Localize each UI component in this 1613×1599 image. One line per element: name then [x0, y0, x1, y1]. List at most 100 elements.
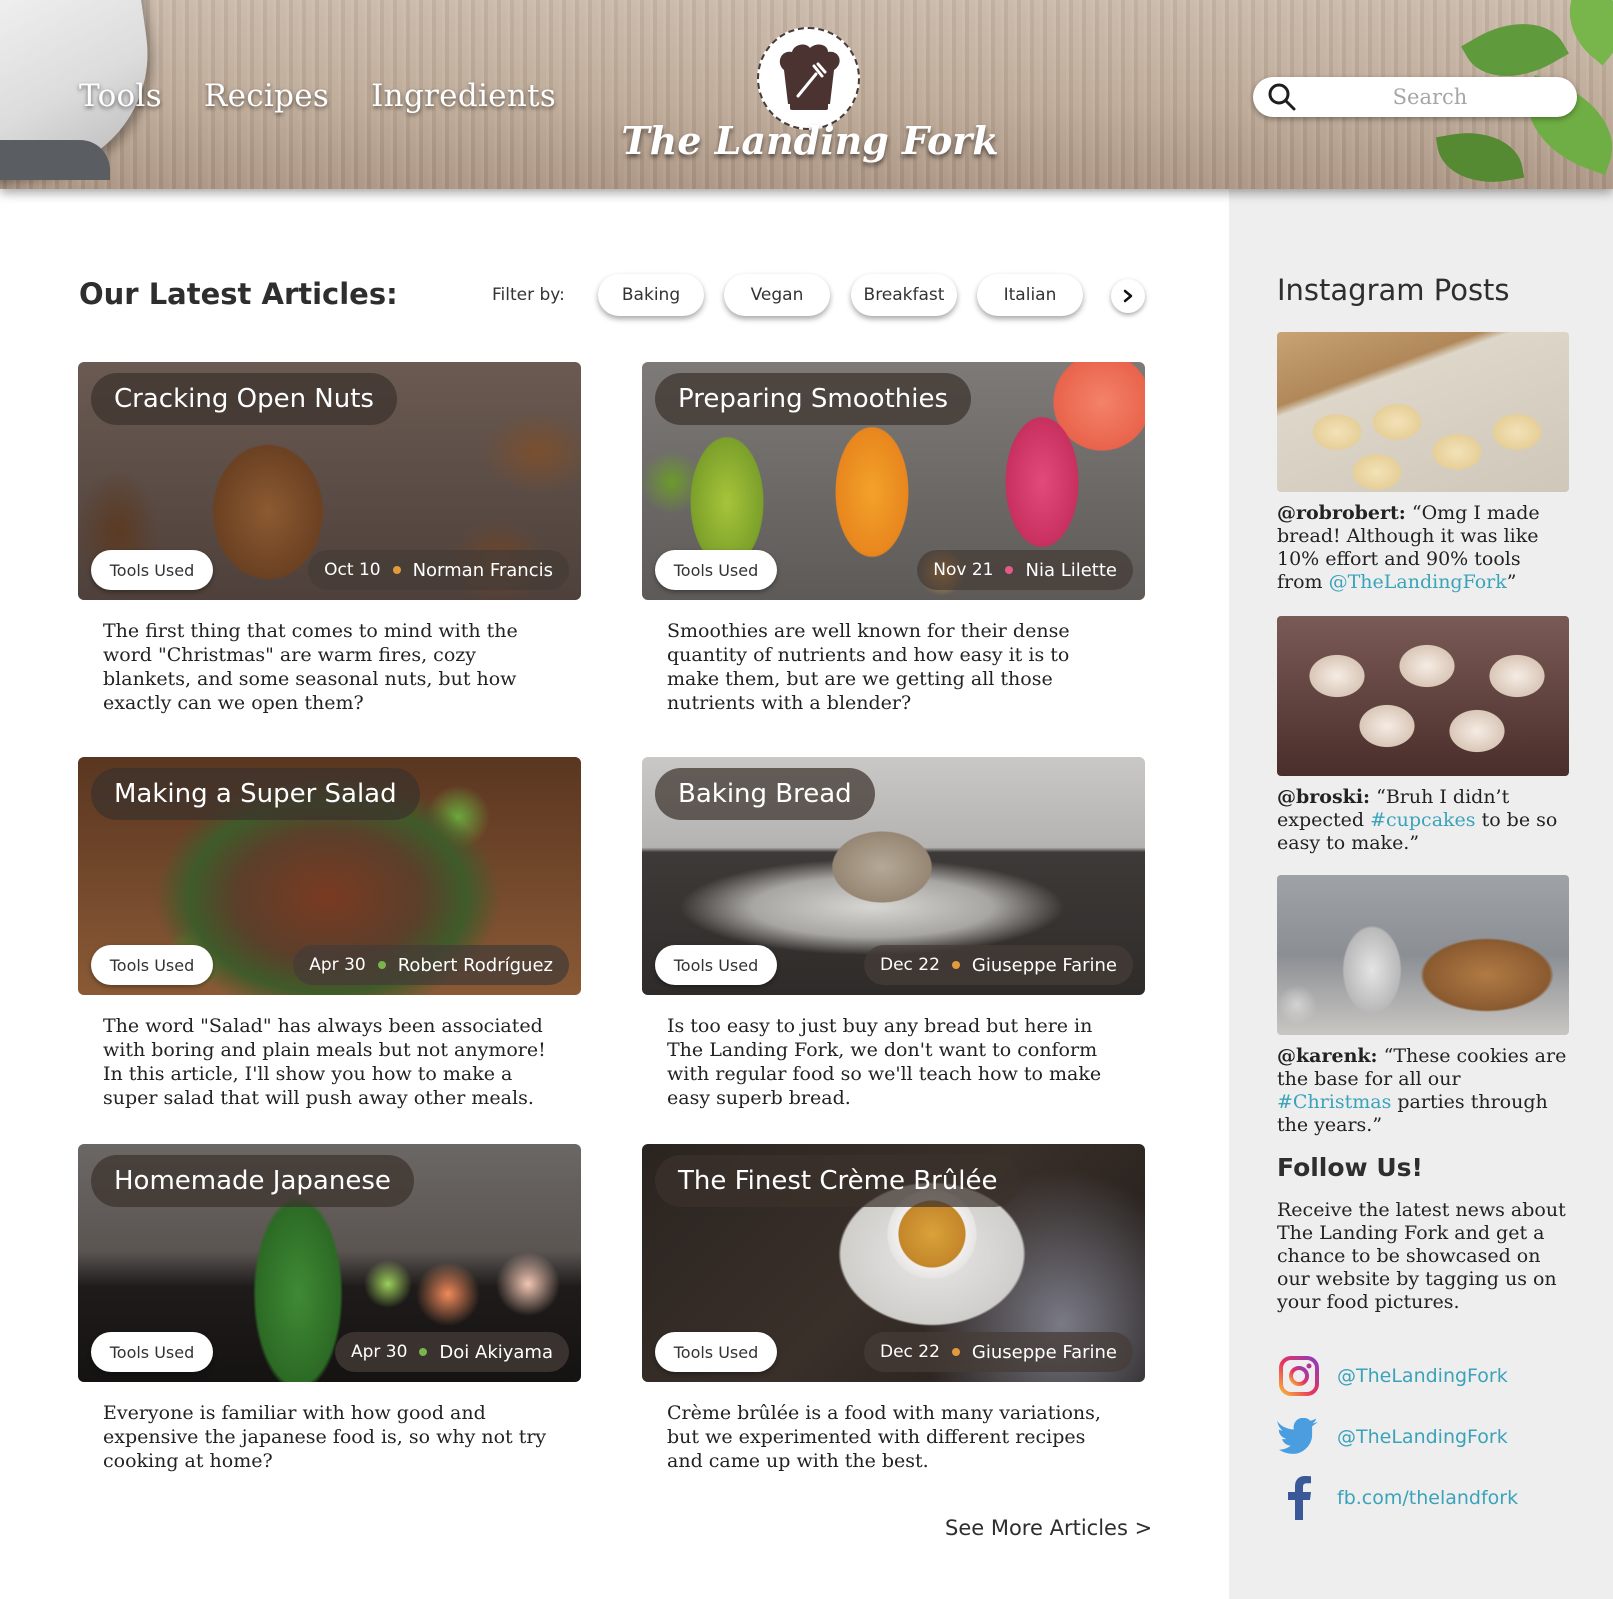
article-title: Cracking Open Nuts [91, 373, 397, 425]
article-date: Dec 22 [879, 955, 940, 975]
search-bar[interactable] [1253, 77, 1577, 117]
chevron-right-icon [1123, 289, 1133, 303]
filter-breakfast[interactable]: Breakfast [851, 274, 957, 316]
filter-vegan[interactable]: Vegan [724, 274, 830, 316]
meta-dot [377, 961, 386, 969]
article-title: Baking Bread [655, 768, 875, 820]
follow-text: Receive the latest news about The Landin… [1277, 1199, 1566, 1313]
instagram-image[interactable] [1277, 616, 1569, 776]
article-date: Apr 30 [350, 1342, 408, 1362]
article-meta: Apr 30 Robert Rodríguez [293, 945, 569, 985]
article-image[interactable]: The Finest Crème Brûlée Tools Used Dec 2… [642, 1144, 1145, 1382]
tools-used-button[interactable]: Tools Used [91, 1332, 213, 1372]
search-input[interactable] [1253, 77, 1577, 117]
instagram-caption: @broski: “Bruh I didn’t expected #cupcak… [1277, 786, 1569, 855]
tools-used-button[interactable]: Tools Used [655, 945, 777, 985]
instagram-user[interactable]: @robrobert: [1277, 502, 1406, 524]
article-excerpt: The word "Salad" has always been associa… [103, 1015, 546, 1109]
article-author[interactable]: Nia Lilette [1025, 560, 1117, 581]
logo-badge[interactable] [757, 27, 860, 130]
instagram-post[interactable]: @broski: “Bruh I didn’t expected #cupcak… [1277, 616, 1569, 855]
nav-ingredients[interactable]: Ingredients [371, 78, 556, 114]
instagram-icon [1277, 1354, 1321, 1398]
article-title: Homemade Japanese [91, 1155, 414, 1207]
article-excerpt: Everyone is familiar with how good and e… [103, 1402, 547, 1472]
article-excerpt: Smoothies are well known for their dense… [667, 620, 1070, 714]
article-meta: Apr 30 Doi Akiyama [334, 1332, 569, 1372]
instagram-title: Instagram Posts [1277, 273, 1510, 307]
meta-dot [419, 1348, 428, 1356]
instagram-image[interactable] [1277, 875, 1569, 1035]
article-card[interactable]: Homemade Japanese Tools Used Apr 30 Doi … [78, 1144, 581, 1473]
nav-tools[interactable]: Tools [79, 78, 162, 114]
article-author[interactable]: Doi Akiyama [439, 1342, 553, 1363]
filter-label: Filter by: [492, 285, 565, 305]
meta-dot [951, 1348, 960, 1356]
instagram-user[interactable]: @karenk: [1277, 1045, 1378, 1067]
facebook-icon [1277, 1476, 1321, 1520]
article-card[interactable]: Baking Bread Tools Used Dec 22 Giuseppe … [642, 757, 1145, 1110]
article-title: Preparing Smoothies [655, 373, 972, 425]
filter-next-button[interactable] [1111, 279, 1145, 313]
chef-hat-fork-icon [779, 44, 840, 110]
tools-used-button[interactable]: Tools Used [655, 1332, 777, 1372]
site-header: Tools Recipes Ingredients The Landing Fo… [0, 0, 1613, 189]
caption-tag[interactable]: #cupcakes [1370, 809, 1475, 831]
instagram-post[interactable]: @robrobert: “Omg I made bread! Although … [1277, 332, 1569, 594]
article-image[interactable]: Baking Bread Tools Used Dec 22 Giuseppe … [642, 757, 1145, 995]
article-image[interactable]: Cracking Open Nuts Tools Used Oct 10 Nor… [78, 362, 581, 600]
article-image[interactable]: Preparing Smoothies Tools Used Nov 21 Ni… [642, 362, 1145, 600]
search-icon[interactable] [1267, 82, 1297, 112]
facebook-handle[interactable]: fb.com/thelandfork [1337, 1487, 1518, 1509]
facebook-link[interactable]: fb.com/thelandfork [1277, 1476, 1518, 1520]
article-image[interactable]: Homemade Japanese Tools Used Apr 30 Doi … [78, 1144, 581, 1382]
article-date: Apr 30 [309, 955, 366, 975]
article-card[interactable]: Making a Super Salad Tools Used Apr 30 R… [78, 757, 581, 1110]
tools-used-button[interactable]: Tools Used [91, 550, 213, 590]
tools-used-button[interactable]: Tools Used [655, 550, 777, 590]
instagram-post[interactable]: @karenk: “These cookies are the base for… [1277, 875, 1569, 1137]
instagram-image[interactable] [1277, 332, 1569, 492]
article-date: Oct 10 [324, 560, 381, 580]
article-author[interactable]: Norman Francis [413, 560, 553, 581]
knife-handle-decoration [0, 140, 110, 180]
sidebar: Instagram Posts @robrobert: “Omg I made … [1229, 189, 1613, 1599]
article-meta: Oct 10 Norman Francis [308, 550, 569, 590]
article-meta: Dec 22 Giuseppe Farine [863, 945, 1133, 985]
twitter-handle[interactable]: @TheLandingFork [1337, 1426, 1508, 1448]
instagram-caption: @robrobert: “Omg I made bread! Although … [1277, 502, 1569, 594]
caption-tag[interactable]: @TheLandingFork [1329, 571, 1507, 593]
article-excerpt: Crème brûlée is a food with many variati… [667, 1402, 1101, 1472]
meta-dot [392, 566, 401, 574]
article-date: Dec 22 [879, 1342, 940, 1362]
article-card[interactable]: The Finest Crème Brûlée Tools Used Dec 2… [642, 1144, 1145, 1473]
article-image[interactable]: Making a Super Salad Tools Used Apr 30 R… [78, 757, 581, 995]
article-author[interactable]: Robert Rodríguez [398, 955, 553, 976]
nav-recipes[interactable]: Recipes [204, 78, 329, 114]
article-card[interactable]: Cracking Open Nuts Tools Used Oct 10 Nor… [78, 362, 581, 715]
filter-baking[interactable]: Baking [598, 274, 704, 316]
instagram-handle[interactable]: @TheLandingFork [1337, 1365, 1508, 1387]
main-nav: Tools Recipes Ingredients [79, 78, 556, 114]
article-author[interactable]: Giuseppe Farine [972, 955, 1117, 976]
article-title: The Finest Crème Brûlée [655, 1155, 1021, 1207]
twitter-icon [1277, 1415, 1321, 1459]
tools-used-button[interactable]: Tools Used [91, 945, 213, 985]
article-author[interactable]: Giuseppe Farine [972, 1342, 1117, 1363]
instagram-user[interactable]: @broski: [1277, 786, 1370, 808]
twitter-link[interactable]: @TheLandingFork [1277, 1415, 1508, 1459]
article-meta: Nov 21 Nia Lilette [917, 550, 1133, 590]
instagram-caption: @karenk: “These cookies are the base for… [1277, 1045, 1569, 1137]
instagram-link[interactable]: @TheLandingFork [1277, 1354, 1508, 1398]
see-more-articles-link[interactable]: See More Articles > [945, 1516, 1152, 1540]
caption-text: ” [1506, 571, 1517, 593]
meta-dot [951, 961, 960, 969]
caption-tag[interactable]: #Christmas [1277, 1091, 1391, 1113]
article-excerpt: Is too easy to just buy any bread but he… [667, 1015, 1102, 1109]
brand-name[interactable]: The Landing Fork [600, 118, 1020, 163]
article-date: Nov 21 [933, 560, 994, 580]
filter-italian[interactable]: Italian [977, 274, 1083, 316]
herb-decoration [1435, 123, 1525, 189]
article-card[interactable]: Preparing Smoothies Tools Used Nov 21 Ni… [642, 362, 1145, 715]
article-title: Making a Super Salad [91, 768, 420, 820]
